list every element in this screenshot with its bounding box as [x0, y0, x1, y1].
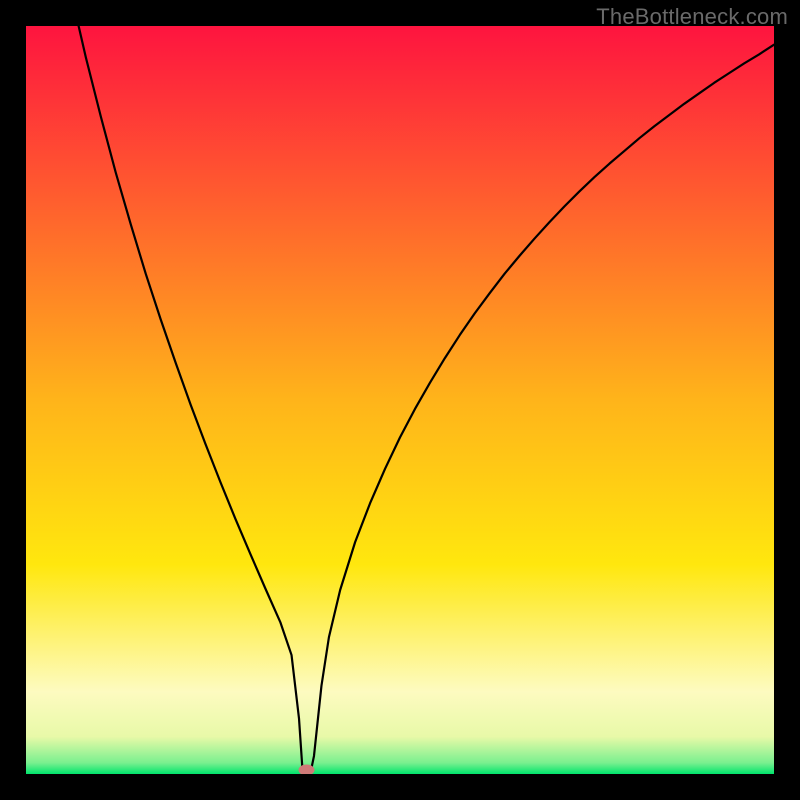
- chart-frame: TheBottleneck.com: [0, 0, 800, 800]
- chart-svg: [26, 26, 774, 774]
- gradient-background: [26, 26, 774, 774]
- watermark-text: TheBottleneck.com: [596, 4, 788, 30]
- plot-area: [26, 26, 774, 774]
